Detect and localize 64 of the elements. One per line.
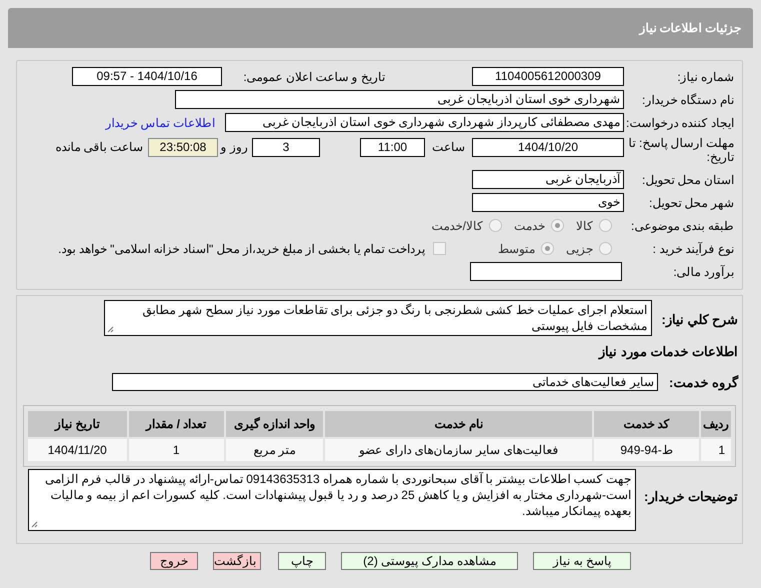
table-cell: ط-94-949 [594,439,700,461]
buyer-field: شهرداری خوی استان اذربایجان غربی [175,90,624,109]
service-group-field: سایر فعالیت‌های خدماتی [112,373,658,391]
radio-button[interactable] [541,242,554,255]
estimate-field[interactable] [470,262,622,281]
days-field: 3 [252,138,320,157]
column-header: نام خدمت [325,411,592,437]
city-field: خوی [472,193,624,212]
buyer-notes-textarea[interactable]: جهت کسب اطلاعات بیشتر با آقای سبحانوردی با شماره همراه 09143635313 تماس-ارائه پیشنهاد در قالب فرم الزامی است-شهرداری مختار به افزایش و یا کاهش 25 درصد و رد یا قبول پیشنهادات است. کلیه کسورات اعم از بیمه و مالیات بعهده پیمانکار میباشد. [28,469,636,531]
checkbox[interactable] [433,242,446,255]
radio-label: متوسط [498,242,535,256]
announce-date-field: 1404/10/16 - 09:57 [72,67,222,86]
field-label: طبقه بندی موضوعی: [630,218,735,232]
deadline-date-field: 1404/10/20 [472,138,624,157]
radio-button[interactable] [489,219,502,232]
service-group-label: گروه خدمت: [668,374,740,390]
action-button[interactable]: پاسخ به نیاز [533,552,631,570]
table-cell: فعالیت‌های سایر سازمان‌های دارای عضو [325,439,592,461]
province-field: آذربایجان غربی [472,170,624,189]
requester-field: مهدی مصطفائی کارپرداز شهرداری شهرداری خوی استان اذربایجان غربی [225,113,624,132]
field-label: برآورد مالی: [672,264,735,278]
radio-button[interactable] [599,219,612,232]
table-cell: متر مربع [226,439,324,461]
radio-button[interactable] [599,242,612,255]
action-button[interactable]: مشاهده مدارک پیوستی (2) [341,552,518,570]
field-label: استان محل تحویل: [640,172,735,186]
action-button[interactable]: چاپ [278,552,326,570]
description-label: شرح کلي نياز: [660,312,739,327]
deadline-time-field: 11:00 [360,138,425,157]
description-textarea[interactable]: استعلام اجرای عملیات خط کشی شطرنجی با رنگ دو جزئی برای تقاطعات مورد نیاز سطح شهر مطابق مشخصات فایل پیوستی [104,300,652,336]
need-number-field: 1104005612000309 [472,67,624,86]
remaining-time-field: 23:50:08 [148,138,218,157]
field-label: نام دستگاه خریدار: [640,92,735,106]
column-header: ردیف [701,411,731,437]
action-button[interactable]: بازگشت [213,552,261,570]
resize-grip-icon[interactable] [31,521,38,528]
field-label: شهر محل تحویل: [648,196,735,210]
field-label: شماره نیاز: [676,70,735,84]
column-header: کد خدمت [594,411,700,437]
payment-note: پرداخت تمام یا بخشی از مبلغ خرید،از محل "اسناد خزانه اسلامی" خواهد بود. [58,242,425,256]
section-title: اطلاعات خدمات مورد نیاز [599,344,739,359]
field-label: ایجاد کننده درخواست: [624,116,735,130]
radio-label: جزیی [566,242,593,256]
remaining-label: ساعت باقی مانده [55,140,144,154]
table-cell: 1 [701,439,731,461]
buyer-contact-link[interactable]: اطلاعات تماس خریدار [105,116,215,130]
radio-button[interactable] [551,219,564,232]
column-header: تاریخ نیاز [28,411,127,437]
field-label: تاریخ و ساعت اعلان عمومی: [242,70,385,84]
column-header: تعداد / مقدار [128,411,224,437]
resize-grip-icon[interactable] [107,326,114,333]
radio-label: خدمت [514,218,545,232]
table-cell: 1 [128,439,224,461]
radio-label: کالا [576,218,593,232]
table-cell: 1404/11/20 [28,439,127,461]
radio-label: کالا/خدمت [432,218,483,232]
field-label: مهلت ارسال پاسخ: تا تاریخ: [628,136,735,164]
page-title-bar: جزئیات اطلاعات نیاز [8,8,753,48]
column-header: واحد اندازه گیری [226,411,324,437]
days-label: روز و [219,140,249,154]
field-label: نوع فرآیند خرید : [652,242,735,256]
action-button[interactable]: خروج [150,552,198,570]
time-label: ساعت [431,140,466,154]
buyer-notes-label: توضیحات خریدار: [643,489,739,505]
